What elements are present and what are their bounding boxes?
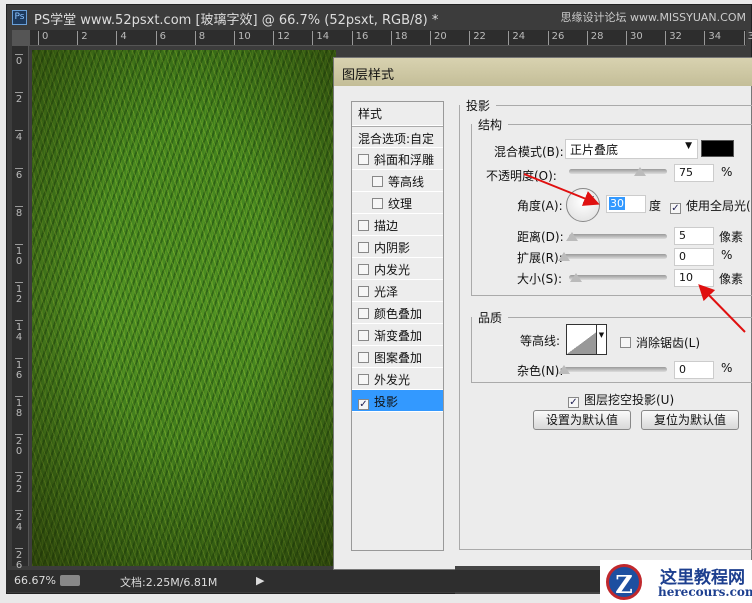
status-options-icon[interactable] [60, 575, 80, 586]
zoom-level[interactable]: 66.67% [14, 574, 56, 587]
annotation-arrows [523, 173, 746, 333]
logo-z-icon: Z [606, 564, 642, 600]
site-logo: Z 这里教程网 herecours.com [600, 560, 752, 603]
arrow-to-angle [523, 173, 600, 206]
logo-url: herecours.com [658, 585, 752, 599]
play-arrow-icon[interactable]: ▶ [256, 574, 264, 587]
arrow-to-size [698, 284, 746, 333]
document-size: 文档:2.25M/6.81M [120, 576, 218, 589]
